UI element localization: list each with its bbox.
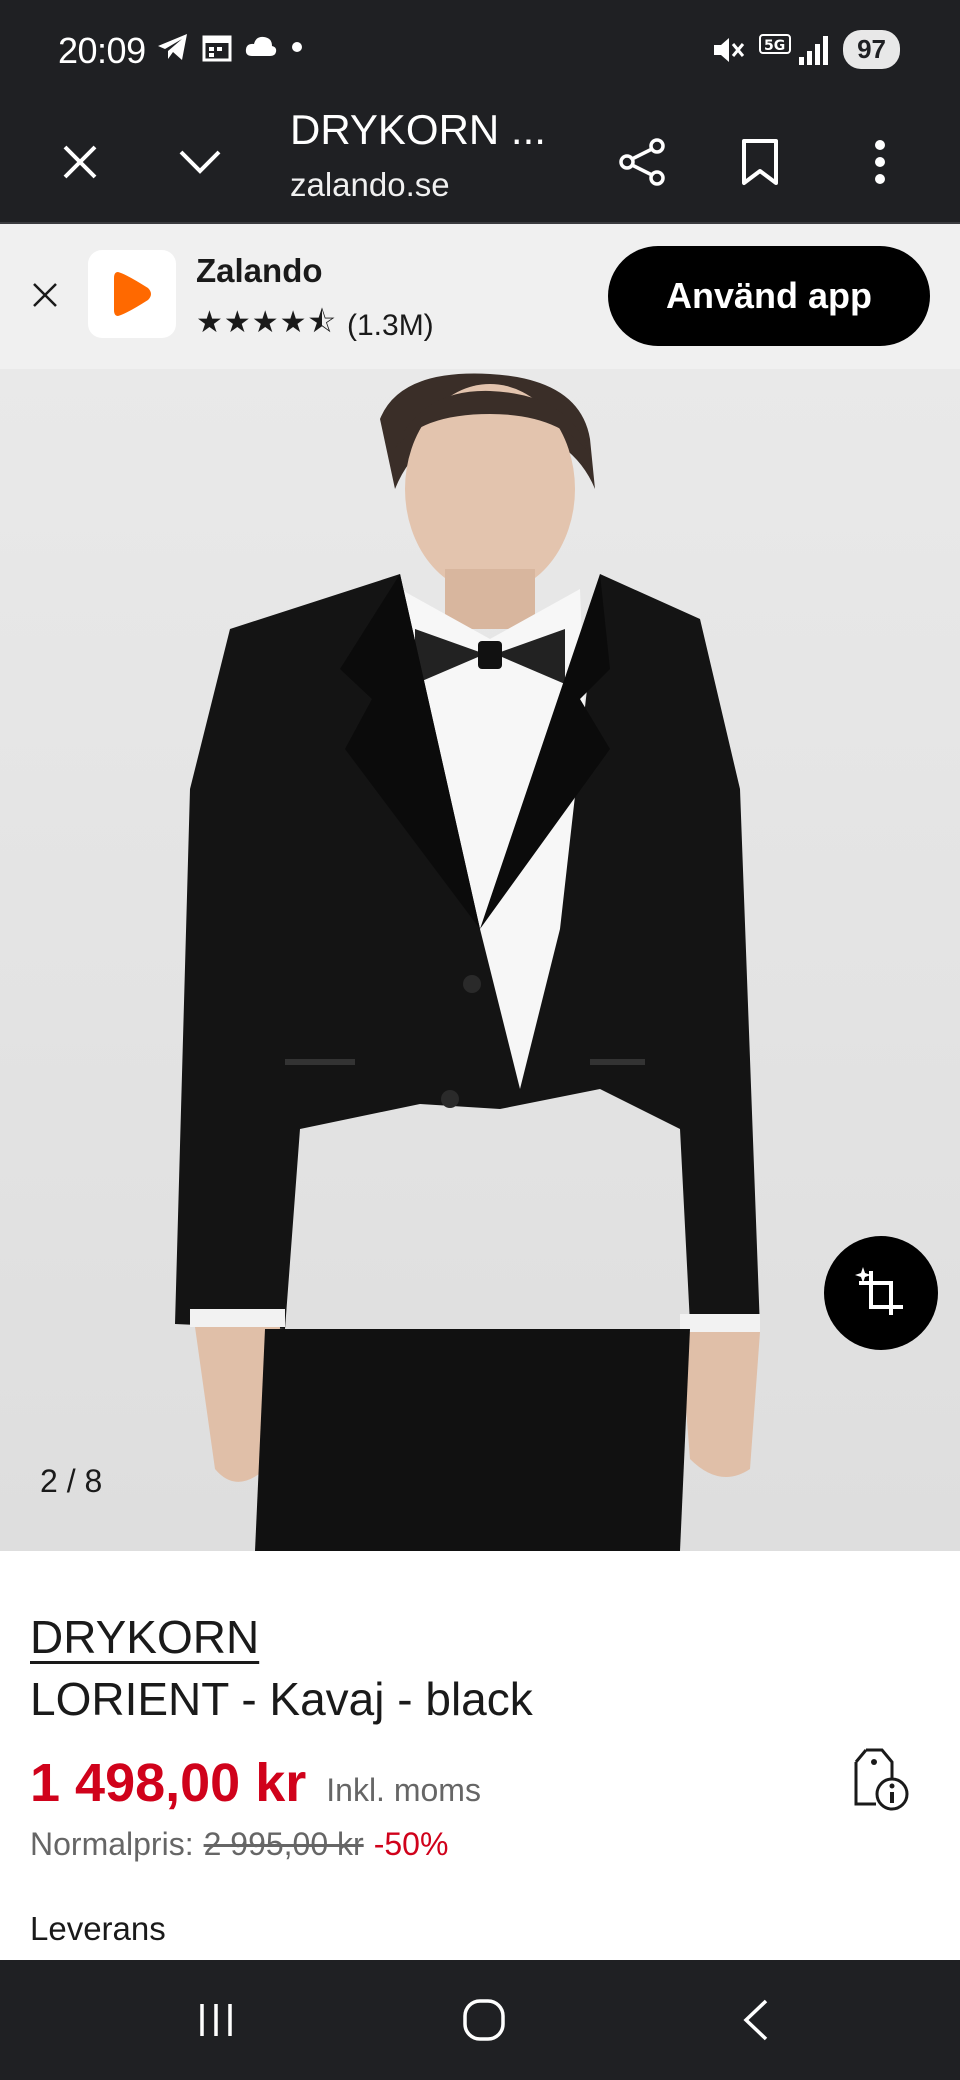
chevron-down-icon [179, 150, 221, 174]
home-button[interactable] [454, 1990, 514, 2050]
telegram-icon [158, 34, 187, 60]
zalando-play-icon [114, 272, 151, 316]
product-brand-link[interactable]: DRYKORN [30, 1610, 259, 1664]
back-button[interactable] [726, 1990, 786, 2050]
svg-text:5G: 5G [764, 38, 785, 54]
system-navigation-bar [0, 1960, 960, 2080]
star-rating-icon: ★★★★⯪ [196, 306, 337, 339]
price-info-button[interactable] [848, 1748, 912, 1812]
use-app-button[interactable]: Använd app [608, 246, 930, 346]
status-bar: 20:09 5G 97 [0, 0, 960, 100]
status-time: 20:09 [58, 30, 146, 71]
dot-icon [292, 42, 302, 52]
product-photo [175, 373, 760, 1551]
current-price: 1 498,00 kr [30, 1753, 307, 1813]
normal-price-row: Normalpris: 2 995,00 kr -50% [30, 1826, 448, 1863]
app-name: Zalando [196, 252, 323, 289]
more-options-button[interactable] [848, 130, 912, 194]
crop-sparkle-icon [855, 1267, 903, 1315]
image-counter: 2 / 8 [40, 1463, 103, 1499]
mute-icon [714, 37, 745, 62]
normal-price-label: Normalpris: [30, 1826, 194, 1862]
product-title: LORIENT - Kavaj - black [30, 1673, 533, 1725]
bookmark-button[interactable] [728, 130, 792, 194]
status-system-icons: 5G 97 [711, 30, 900, 69]
minimize-button[interactable] [168, 130, 232, 194]
app-install-banner: Zalando ★★★★⯪ (1.3M) Använd app [0, 224, 960, 369]
recent-apps-button[interactable] [186, 1990, 246, 2050]
product-image-gallery[interactable]: 2 / 8 [0, 369, 960, 1551]
rating-count: (1.3M) [347, 308, 434, 342]
original-price: 2 995,00 kr [203, 1826, 364, 1862]
share-button[interactable] [610, 130, 674, 194]
discount-badge: -50% [373, 1826, 449, 1862]
page-title: DRYKORN ... [290, 106, 546, 153]
calendar-icon [202, 35, 232, 62]
close-icon [63, 145, 97, 179]
visual-search-button[interactable] [824, 1236, 938, 1350]
bookmark-icon [742, 139, 778, 185]
page-url[interactable]: zalando.se [290, 166, 450, 204]
banner-close-button[interactable] [22, 272, 68, 318]
home-icon [463, 1999, 505, 2041]
status-notification-icons [156, 32, 304, 62]
close-icon [33, 283, 57, 307]
back-chevron-icon [743, 1999, 768, 2041]
close-tab-button[interactable] [48, 130, 112, 194]
browser-toolbar: DRYKORN ... zalando.se [0, 100, 960, 224]
5g-signal-icon: 5G [759, 33, 829, 65]
cloud-icon [245, 36, 277, 56]
recent-apps-icon [200, 2004, 232, 2036]
price-tag-info-icon [854, 1748, 909, 1811]
app-rating: ★★★★⯪ (1.3M) [196, 300, 434, 351]
more-vertical-icon [875, 140, 885, 184]
zalando-logo [88, 250, 176, 338]
vat-label: Inkl. moms [326, 1772, 481, 1808]
delivery-heading: Leverans [30, 1910, 166, 1947]
share-icon [619, 138, 665, 186]
battery-indicator: 97 [843, 30, 900, 69]
price-row: 1 498,00 kr Inkl. moms [30, 1752, 481, 1814]
